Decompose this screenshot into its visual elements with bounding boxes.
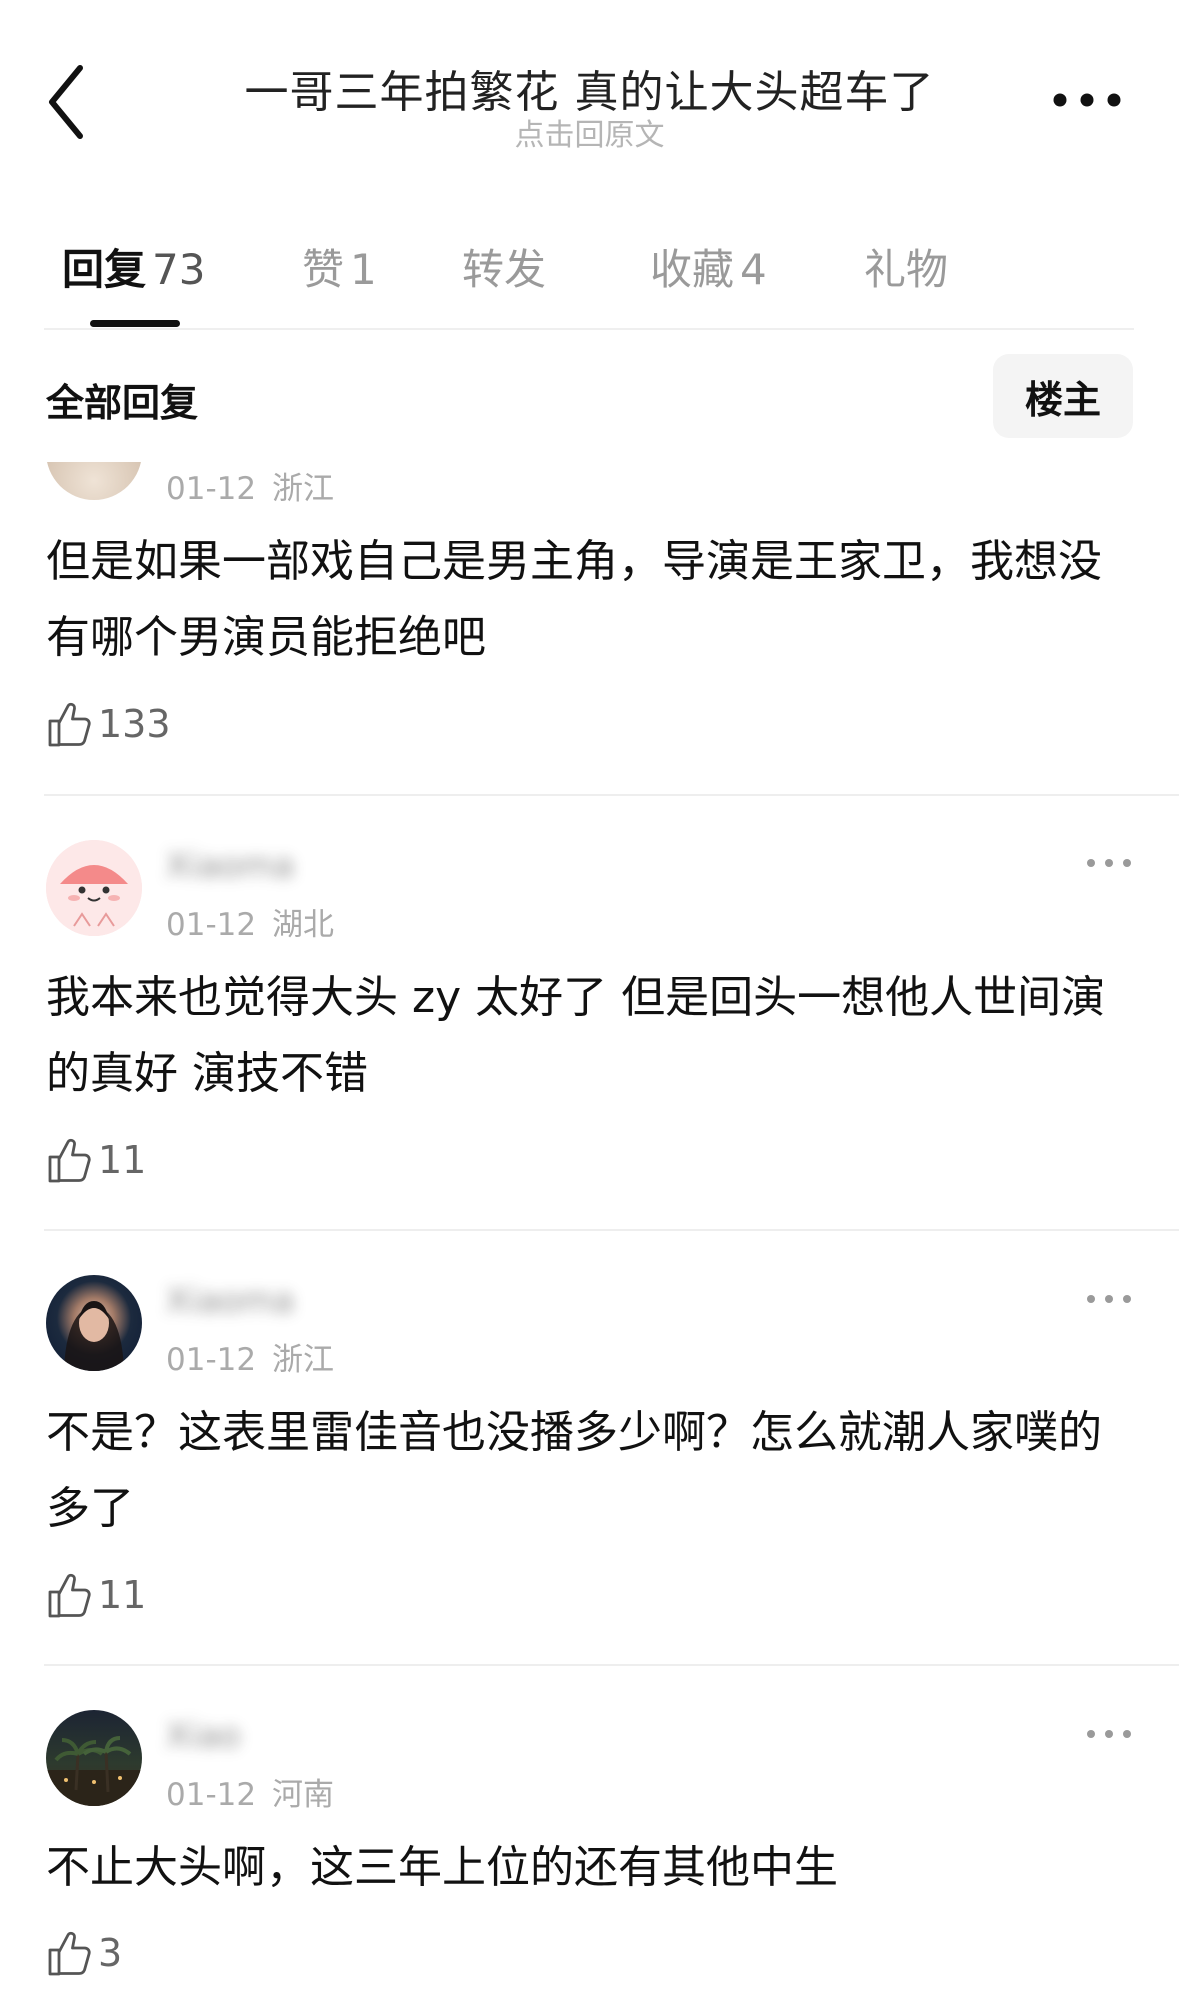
comment-more-icon[interactable] [1086,1294,1132,1304]
avatar-cartoon-icon [46,840,142,936]
comment-divider [44,1664,1179,1666]
comment-more-icon[interactable] [1086,858,1132,868]
like-count: 3 [98,1931,123,1975]
tab-label: 礼物 [864,245,949,294]
thumbs-up-icon [48,1931,91,1976]
tab-label: 收藏 [650,245,735,294]
back-to-original-link[interactable]: 点击回原文 [0,110,1179,154]
tabs-divider [44,328,1134,330]
tab-count: 73 [152,245,206,294]
active-tab-indicator [90,320,180,327]
tab-label: 赞 [302,245,345,294]
comment-meta: 01-12 浙江 [166,463,334,508]
comment-username[interactable]: Xiaoma [166,1281,294,1321]
all-replies-label: 全部回复 [46,381,199,425]
comment-location: 浙江 [271,471,334,507]
thumbs-up-icon [48,1138,91,1183]
like-button[interactable]: 3 [46,1928,122,1978]
tab-likes[interactable]: 赞1 [302,236,377,297]
like-button[interactable]: 11 [46,1135,146,1185]
thumbs-up-icon [48,1573,91,1618]
thumbs-up-icon [48,702,91,747]
comment-date: 01-12 [166,1342,257,1378]
like-count: 11 [98,1138,147,1182]
like-button[interactable]: 11 [46,1570,146,1620]
like-button[interactable]: 133 [46,699,171,749]
tab-favorites[interactable]: 收藏 4 [650,236,767,297]
tab-reposts[interactable]: 转发 [462,236,546,297]
comment-location: 河南 [271,1777,334,1813]
avatar[interactable] [46,840,142,936]
comment-meta: 01-12 湖北 [166,899,334,944]
comment-meta: 01-12 河南 [166,1769,334,1814]
comment-text: 不是？这表里雷佳音也没播多少啊？怎么就潮人家噗的多了 [46,1407,1102,1534]
comment-username[interactable]: Xiaoma [166,846,294,886]
avatar[interactable] [46,1710,142,1806]
comment-location: 湖北 [271,907,334,943]
tab-count: 4 [740,245,767,294]
comment-date: 01-12 [166,907,257,943]
comment-date: 01-12 [166,1777,257,1813]
tab-replies[interactable]: 回复 73 [62,236,205,297]
avatar-portrait-icon [64,1301,124,1371]
avatar[interactable] [46,1275,142,1371]
comment-location: 浙江 [271,1342,334,1378]
comment-text: 但是如果一部戏自己是男主角，导演是王家卫，我想没有哪个男演员能拒绝吧 [46,536,1102,663]
comment-divider [44,1229,1179,1231]
comment-text: 我本来也觉得大头 zy 太好了 但是回头一想他人世间演的真好 演技不错 [46,972,1106,1099]
tab-gifts[interactable]: 礼物 [864,236,948,297]
tab-label: 转发 [462,245,547,294]
tab-count: 1 [350,245,377,294]
like-count: 133 [98,702,171,746]
op-only-button[interactable]: 楼主 [993,354,1133,438]
like-count: 11 [98,1573,147,1617]
comment-text: 不止大头啊，这三年上位的还有其他中生 [46,1842,838,1893]
tab-label: 回复 [62,245,147,294]
comment-more-icon[interactable] [1086,1729,1132,1739]
avatar-palm-trees-icon [46,1736,142,1806]
comment-meta: 01-12 浙江 [166,1334,334,1379]
comment-date: 01-12 [166,471,257,507]
comment-divider [44,794,1179,796]
comment-username[interactable]: Xiao [166,1716,240,1756]
more-options-icon[interactable] [1052,92,1122,108]
